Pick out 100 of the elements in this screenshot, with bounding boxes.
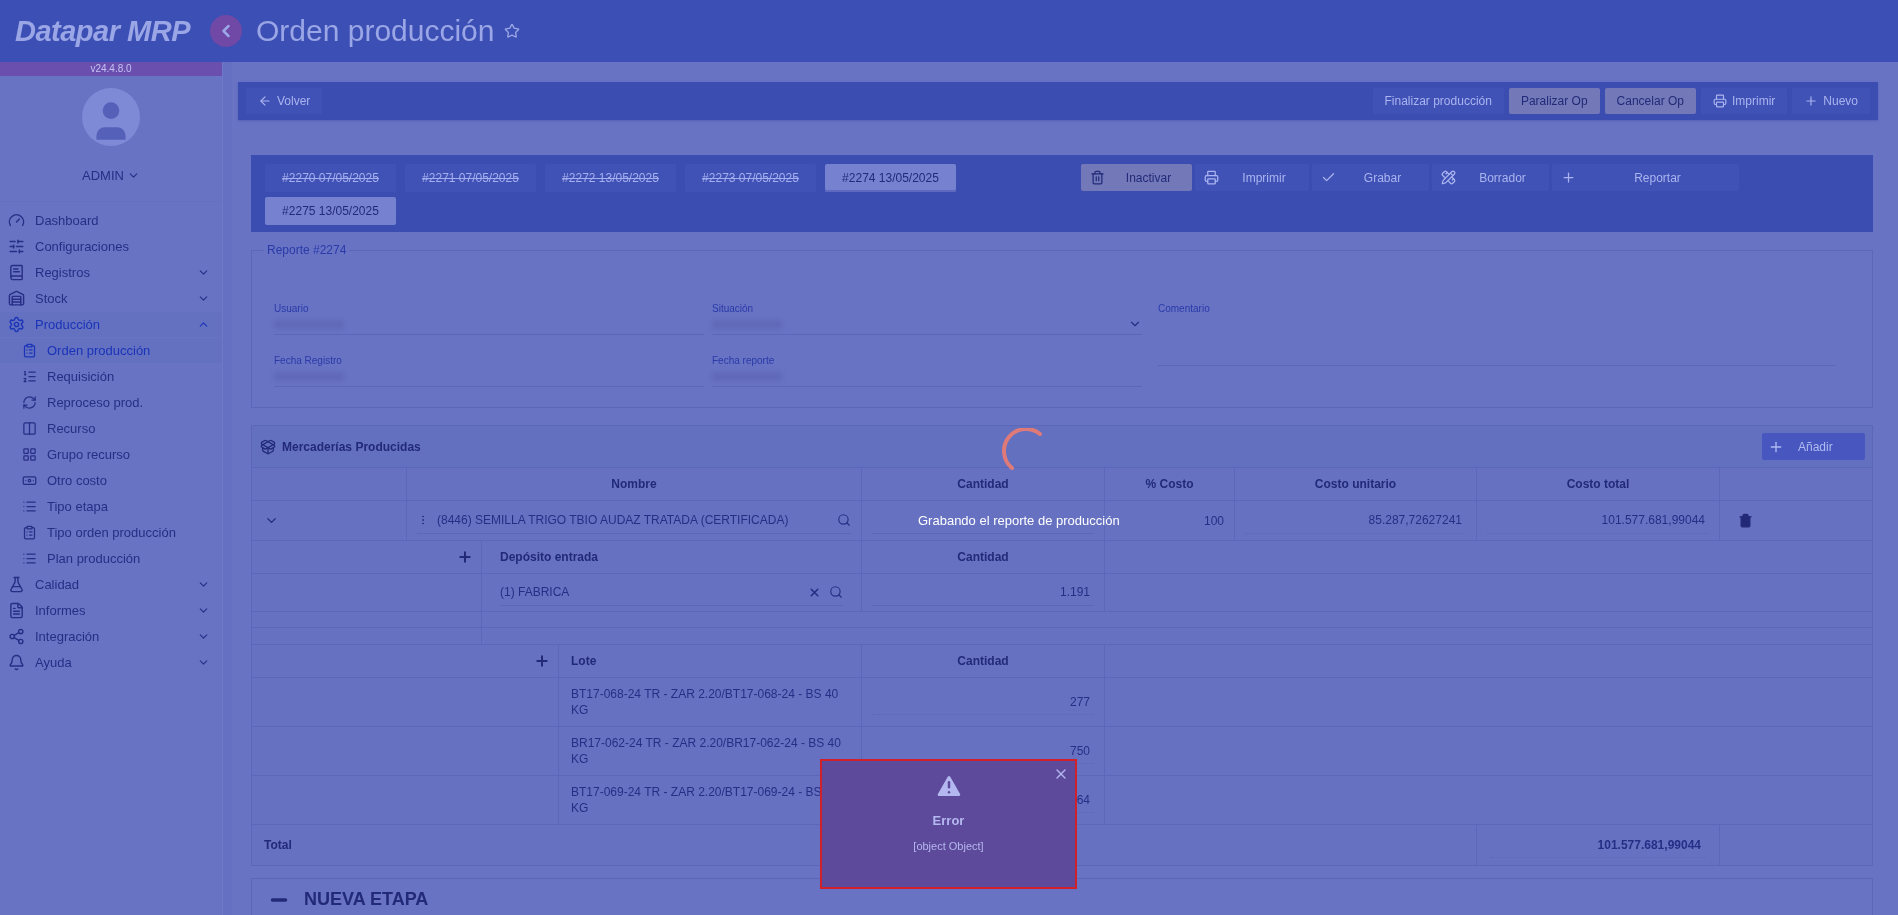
pencil-ruler-icon bbox=[1441, 170, 1456, 185]
plus-icon bbox=[1804, 94, 1819, 108]
trash-icon bbox=[1090, 170, 1105, 185]
product-field[interactable]: (8446) SEMILLA TRIGO TBIO AUDAZ TRATADA (CERTIFICADA) bbox=[417, 507, 851, 534]
back-button[interactable]: Volver bbox=[246, 88, 323, 114]
sidebar-item[interactable]: Stock bbox=[0, 286, 222, 311]
sidebar-item[interactable]: Ayuda bbox=[0, 650, 222, 675]
plus-icon[interactable] bbox=[534, 653, 550, 669]
app-logo: Datapar MRP bbox=[14, 14, 192, 48]
sidebar-item[interactable]: Dashboard bbox=[0, 208, 222, 233]
report-tab[interactable]: #2273 07/05/2025 bbox=[685, 164, 816, 192]
sidebar-subitem[interactable]: Grupo recurso bbox=[0, 442, 222, 467]
toolbar-button[interactable]: Paralizar Op bbox=[1508, 88, 1600, 114]
fieldset-legend: Reporte #2274 bbox=[264, 243, 350, 257]
report-action-button[interactable]: Imprimir bbox=[1195, 164, 1309, 191]
document-icon bbox=[8, 602, 25, 619]
user-menu[interactable]: ADMIN bbox=[82, 168, 140, 183]
clipboard-icon bbox=[22, 343, 37, 358]
version-label: v24.4.8.0 bbox=[0, 62, 222, 76]
field-label: Comentario bbox=[1158, 303, 1211, 314]
sidebar-subitem[interactable]: Tipo etapa bbox=[0, 494, 222, 519]
sidebar-subitem[interactable]: Otro costo bbox=[0, 468, 222, 493]
collapse-sidebar-button[interactable] bbox=[210, 15, 242, 47]
search-icon[interactable] bbox=[829, 585, 843, 599]
banknote-icon bbox=[22, 473, 37, 488]
clipboard-icon bbox=[22, 525, 37, 540]
total-label: Total bbox=[264, 838, 292, 852]
toolbar-button[interactable]: Nuevo bbox=[1792, 88, 1870, 114]
report-tab[interactable]: #2275 13/05/2025 bbox=[265, 197, 396, 225]
report-tab[interactable]: #2270 07/05/2025 bbox=[265, 164, 396, 192]
add-button[interactable]: Añadir bbox=[1762, 433, 1865, 460]
field-label: Fecha Registro bbox=[274, 355, 343, 366]
toolbar-button[interactable]: Cancelar Op bbox=[1604, 88, 1696, 114]
section-title: Mercaderías Producidas bbox=[282, 439, 421, 454]
numbered-list-icon bbox=[22, 369, 37, 384]
clear-icon[interactable] bbox=[808, 585, 821, 599]
report-action-button[interactable]: Inactivar bbox=[1081, 164, 1192, 191]
sidebar-subitem[interactable]: Requisición bbox=[0, 364, 222, 389]
bell-icon bbox=[8, 654, 25, 671]
column-header: Cantidad bbox=[861, 645, 1104, 677]
list-icon bbox=[22, 499, 37, 514]
column-header: Costo total bbox=[1476, 468, 1719, 500]
sliders-icon bbox=[8, 238, 25, 255]
report-action-button[interactable]: Borrador bbox=[1432, 164, 1549, 191]
quantity-field[interactable]: 277 bbox=[872, 689, 1094, 715]
loading-message: Grabando el reporte de producción bbox=[918, 513, 1120, 528]
list-icon bbox=[22, 551, 37, 566]
column-header: Lote bbox=[558, 645, 861, 677]
total-field: 101.577.681,99044 bbox=[1491, 832, 1705, 858]
sidebar-subitem[interactable]: Reproceso prod. bbox=[0, 390, 222, 415]
total-cost-field[interactable]: 101.577.681,99044 bbox=[1487, 507, 1709, 534]
deposit-field[interactable]: (1) FABRICA bbox=[500, 579, 843, 606]
plus-icon[interactable] bbox=[457, 549, 473, 565]
warehouse-icon bbox=[8, 290, 25, 307]
report-tab[interactable]: #2271 07/05/2025 bbox=[405, 164, 536, 192]
sidebar-item[interactable]: Informes bbox=[0, 598, 222, 623]
dialog-message: [object Object] bbox=[913, 840, 984, 852]
sidebar-subitem[interactable]: Orden producción bbox=[0, 338, 222, 363]
plus-icon bbox=[1561, 170, 1576, 185]
sidebar-item[interactable]: Registros bbox=[0, 260, 222, 285]
gauge-icon bbox=[8, 212, 25, 229]
star-icon[interactable] bbox=[504, 23, 521, 39]
printer-icon bbox=[1713, 94, 1727, 108]
field-label: Usuario bbox=[274, 303, 310, 314]
quantity-field[interactable]: 1.191 bbox=[872, 579, 1094, 606]
search-icon[interactable] bbox=[837, 513, 851, 527]
book-icon bbox=[8, 264, 25, 281]
field-label: Fecha reporte bbox=[712, 355, 776, 366]
page-title: Orden producción bbox=[256, 14, 495, 48]
report-action-button[interactable]: Grabar bbox=[1312, 164, 1429, 191]
table-cell-text: BT17-068-24 TR - ZAR 2.20/BT17-068-24 - BS 40 KG bbox=[571, 686, 840, 718]
printer-icon bbox=[1204, 170, 1219, 185]
sidebar-item[interactable]: Producción bbox=[0, 312, 222, 337]
grid-icon bbox=[22, 447, 37, 462]
toolbar-button[interactable]: Finalizar producción bbox=[1372, 88, 1504, 114]
sidebar-subitem[interactable]: Recurso bbox=[0, 416, 222, 441]
column-header: Depósito entrada bbox=[481, 541, 861, 573]
column-header: Nombre bbox=[406, 468, 861, 500]
report-action-button[interactable]: Reportar bbox=[1552, 164, 1739, 191]
report-tab[interactable]: #2274 13/05/2025 bbox=[825, 164, 956, 192]
trash-icon[interactable] bbox=[1738, 513, 1753, 528]
gear-icon bbox=[8, 316, 25, 333]
sidebar-item[interactable]: Integración bbox=[0, 624, 222, 649]
columns-icon bbox=[22, 421, 37, 436]
sidebar-subitem[interactable]: Tipo orden producción bbox=[0, 520, 222, 545]
flask-icon bbox=[8, 576, 25, 593]
sidebar-item[interactable]: Configuraciones bbox=[0, 234, 222, 259]
unit-cost-field[interactable]: 85.287,72627241 bbox=[1245, 507, 1466, 534]
dialog-title: Error bbox=[932, 813, 965, 828]
sidebar-subitem[interactable]: Plan producción bbox=[0, 546, 222, 571]
box-icon bbox=[260, 438, 276, 455]
stage-title: NUEVA ETAPA bbox=[304, 889, 429, 910]
toolbar-button[interactable]: Imprimir bbox=[1701, 88, 1788, 114]
column-header: % Costo bbox=[1104, 468, 1234, 500]
report-tab[interactable]: #2272 13/05/2025 bbox=[545, 164, 676, 192]
sidebar-item[interactable]: Calidad bbox=[0, 572, 222, 597]
column-header: Costo unitario bbox=[1234, 468, 1476, 500]
field-label: Situación bbox=[712, 303, 755, 314]
refresh-icon bbox=[22, 395, 37, 410]
column-header: Cantidad bbox=[861, 541, 1104, 573]
